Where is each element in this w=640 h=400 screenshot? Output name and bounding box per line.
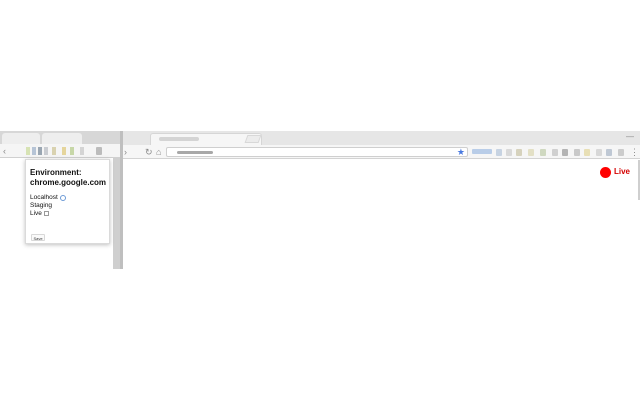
reload-icon[interactable]: ↻ bbox=[145, 146, 153, 158]
menu-icon[interactable]: ⋮ bbox=[630, 146, 639, 158]
tab-title bbox=[159, 137, 199, 141]
environment-domain: chrome.google.com bbox=[30, 178, 107, 187]
toolbar-extension-icon[interactable] bbox=[540, 149, 546, 156]
toolbar-extension-icon[interactable] bbox=[516, 149, 522, 156]
live-environment-badge: Live bbox=[600, 166, 630, 178]
toolbar-extension-icon[interactable] bbox=[574, 149, 580, 156]
bookmark-star-icon[interactable]: ★ bbox=[457, 146, 465, 158]
toolbar-extension-icon[interactable] bbox=[552, 149, 558, 156]
toolbar-extension-icon[interactable] bbox=[606, 149, 612, 156]
environment-heading-label: Environment: bbox=[30, 168, 82, 177]
save-button[interactable]: Save bbox=[31, 234, 45, 241]
main-page-content bbox=[123, 160, 640, 269]
environment-popup: Environment: chrome.google.com Localhost… bbox=[25, 159, 110, 244]
environment-option-label: Live bbox=[30, 209, 42, 217]
extension-icon[interactable] bbox=[26, 147, 30, 155]
main-browser-window: × — › ↻ ⌂ ★ ⋮ bbox=[120, 131, 640, 269]
left-scrollbar[interactable] bbox=[113, 158, 120, 269]
live-badge-label: Live bbox=[614, 167, 631, 176]
window-minimize-icon[interactable]: — bbox=[626, 133, 634, 141]
home-icon[interactable]: ⌂ bbox=[156, 146, 161, 158]
extension-icon[interactable] bbox=[38, 147, 42, 155]
environment-extension-icon[interactable] bbox=[96, 147, 102, 155]
extension-icon[interactable] bbox=[32, 147, 36, 155]
left-toolbar: ‹ bbox=[0, 144, 120, 158]
live-indicator-dot-icon bbox=[600, 166, 611, 178]
toolbar-extension-icon[interactable] bbox=[528, 149, 534, 156]
extension-icon[interactable] bbox=[52, 147, 56, 155]
tab-strip: × — bbox=[120, 131, 640, 145]
extension-icon[interactable] bbox=[62, 147, 66, 155]
extension-icon[interactable] bbox=[44, 147, 48, 155]
address-bar[interactable]: ★ bbox=[166, 147, 468, 157]
live-checkbox[interactable] bbox=[43, 211, 49, 216]
toolbar-extension-icon[interactable] bbox=[496, 149, 502, 156]
extension-icon[interactable] bbox=[80, 147, 84, 155]
extension-icon[interactable] bbox=[70, 147, 74, 155]
forward-icon[interactable]: › bbox=[124, 146, 127, 158]
popup-heading: Environment: chrome.google.com bbox=[30, 168, 110, 188]
toolbar-extension-icon[interactable] bbox=[562, 149, 568, 156]
back-icon[interactable]: ‹ bbox=[3, 145, 6, 157]
toolbar-extension-icon[interactable] bbox=[472, 149, 492, 154]
left-tab-2[interactable] bbox=[42, 133, 82, 144]
main-toolbar: › ↻ ⌂ ★ ⋮ bbox=[120, 145, 640, 159]
new-tab-button[interactable] bbox=[244, 135, 262, 143]
left-tab-1[interactable] bbox=[2, 133, 40, 144]
toolbar-extension-icon[interactable] bbox=[584, 149, 590, 156]
left-tab-strip bbox=[0, 131, 120, 144]
environment-option-live[interactable]: Live bbox=[30, 209, 49, 218]
toolbar-extension-icon[interactable] bbox=[618, 149, 624, 156]
localhost-radio[interactable] bbox=[59, 194, 66, 201]
toolbar-extension-icon[interactable] bbox=[506, 149, 512, 156]
address-url bbox=[177, 151, 213, 154]
toolbar-extension-icon[interactable] bbox=[596, 149, 602, 156]
